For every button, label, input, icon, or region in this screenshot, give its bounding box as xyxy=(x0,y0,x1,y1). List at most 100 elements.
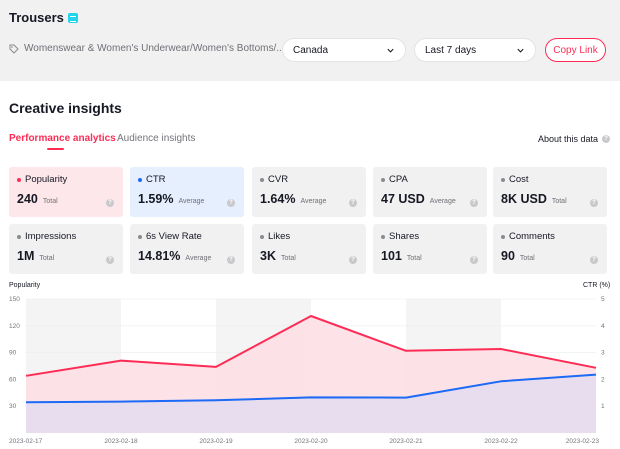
country-select-value: Canada xyxy=(293,44,329,56)
help-icon[interactable]: ? xyxy=(106,256,114,264)
chevron-down-icon xyxy=(387,48,394,53)
metric-label-text: Impressions xyxy=(25,231,77,242)
metric-label: Comments xyxy=(501,231,555,242)
x-tick-label: 2023-02-21 xyxy=(389,438,423,445)
metric-value: 3K Total xyxy=(260,249,296,263)
metric-card-cost[interactable]: Cost 8K USD Total? xyxy=(493,167,607,217)
metric-sub-label: Total xyxy=(42,198,58,205)
help-icon[interactable]: ? xyxy=(349,199,357,207)
series-dot-icon xyxy=(17,177,21,182)
metric-sub-label: Average xyxy=(185,255,212,262)
x-tick-label: 2023-02-23 xyxy=(566,438,600,445)
series-dot-icon xyxy=(17,234,21,239)
metric-label: Cost xyxy=(501,174,529,185)
metric-sub-label: Average xyxy=(178,198,205,205)
country-select[interactable]: Canada xyxy=(282,38,406,62)
help-icon[interactable]: ? xyxy=(227,199,235,207)
about-this-data-text: About this data xyxy=(538,134,599,144)
series-dot-icon xyxy=(138,177,142,182)
metric-value-text: 14.81% xyxy=(138,249,181,263)
tab-performance-analytics[interactable]: Performance analytics xyxy=(9,133,116,144)
x-tick-label: 2023-02-19 xyxy=(199,438,233,445)
x-tick-label: 2023-02-17 xyxy=(9,438,43,445)
metric-label: CPA xyxy=(381,174,408,185)
metric-label-text: Shares xyxy=(389,231,420,242)
metric-label: Likes xyxy=(260,231,290,242)
metric-value-text: 8K USD xyxy=(501,192,547,206)
trend-chart[interactable]: 150 120 90 60 30 5 4 3 2 1 2023-02-17 2023-02-18 202… xyxy=(0,290,620,449)
metric-label-text: CVR xyxy=(268,174,289,185)
series-dot-icon xyxy=(381,177,385,182)
series-dot-icon xyxy=(138,234,142,239)
metric-value-text: 240 xyxy=(17,192,38,206)
metric-sub-label: Average xyxy=(300,198,327,205)
series-dot-icon xyxy=(501,177,505,182)
left-axis-label: Popularity xyxy=(9,282,41,289)
metric-label-text: CTR xyxy=(146,174,166,185)
metric-label: 6s View Rate xyxy=(138,231,202,242)
x-tick-label: 2023-02-22 xyxy=(484,438,518,445)
metric-value-text: 1.64% xyxy=(260,192,296,206)
metric-value: 47 USD Average xyxy=(381,192,456,206)
help-icon[interactable]: ? xyxy=(227,256,235,264)
about-this-data-link[interactable]: About this data ? xyxy=(538,134,611,144)
metric-value-text: 101 xyxy=(381,249,402,263)
date-range-select[interactable]: Last 7 days xyxy=(414,38,536,62)
metric-value: 14.81% Average xyxy=(138,249,211,263)
breadcrumb-text: Womenswear & Women's Underwear/Women's B… xyxy=(24,43,285,54)
metric-sub-label: Average xyxy=(429,198,456,205)
header-bar: Trousers Womenswear & Women's Underwear/… xyxy=(0,0,620,81)
metric-label: Impressions xyxy=(17,231,76,242)
help-icon: ? xyxy=(602,135,611,143)
metric-card-ctr[interactable]: CTR 1.59% Average? xyxy=(130,167,244,217)
metric-card-impressions[interactable]: Impressions 1M Total? xyxy=(9,224,123,274)
copy-link-button[interactable]: Copy Link xyxy=(545,38,606,62)
metric-sub-label: Total xyxy=(39,255,55,262)
metric-card-cpa[interactable]: CPA 47 USD Average? xyxy=(373,167,487,217)
metric-value: 90 Total xyxy=(501,249,535,263)
metric-value: 1M Total xyxy=(17,249,54,263)
metric-card-cvr[interactable]: CVR 1.64% Average? xyxy=(252,167,366,217)
metric-label: Shares xyxy=(381,231,419,242)
help-icon[interactable]: ? xyxy=(470,256,478,264)
metric-value: 8K USD Total xyxy=(501,192,567,206)
metric-label-text: 6s View Rate xyxy=(146,231,202,242)
tab-audience-insights[interactable]: Audience insights xyxy=(117,133,195,144)
metric-label: CTR xyxy=(138,174,166,185)
page-title: Trousers xyxy=(9,10,78,25)
metric-value: 1.64% Average xyxy=(260,192,326,206)
metric-card-6s-view-rate[interactable]: 6s View Rate 14.81% Average? xyxy=(130,224,244,274)
page-title-text: Trousers xyxy=(9,10,64,25)
help-icon[interactable]: ? xyxy=(470,199,478,207)
help-icon[interactable]: ? xyxy=(106,199,114,207)
date-range-value: Last 7 days xyxy=(425,44,477,56)
series-dot-icon xyxy=(381,234,385,239)
metric-card-comments[interactable]: Comments 90 Total? xyxy=(493,224,607,274)
metric-label-text: Likes xyxy=(268,231,291,242)
metric-label: Popularity xyxy=(17,174,67,185)
left-tick-label: 60 xyxy=(9,376,17,383)
x-tick-label: 2023-02-20 xyxy=(294,438,328,445)
help-icon[interactable]: ? xyxy=(349,256,357,264)
metric-label-text: Comments xyxy=(509,231,555,242)
x-tick-label: 2023-02-18 xyxy=(104,438,138,445)
right-tick-label: 2 xyxy=(601,376,605,383)
metric-value-text: 1M xyxy=(17,249,35,263)
right-tick-label: 3 xyxy=(601,350,605,357)
metric-value: 1.59% Average xyxy=(138,192,204,206)
metric-card-shares[interactable]: Shares 101 Total? xyxy=(373,224,487,274)
left-tick-label: 120 xyxy=(9,323,20,330)
category-badge-icon xyxy=(67,12,78,23)
metric-value: 240 Total xyxy=(17,192,58,206)
help-icon[interactable]: ? xyxy=(590,256,598,264)
metric-card-popularity[interactable]: Popularity 240 Total? xyxy=(9,167,123,217)
series-dot-icon xyxy=(260,177,264,182)
right-tick-label: 5 xyxy=(601,296,605,303)
metric-value-text: 90 xyxy=(501,249,515,263)
breadcrumb: Womenswear & Women's Underwear/Women's B… xyxy=(9,43,285,54)
metric-sub-label: Total xyxy=(519,255,535,262)
help-icon[interactable]: ? xyxy=(590,199,598,207)
left-tick-label: 150 xyxy=(9,296,20,303)
series-dot-icon xyxy=(260,234,264,239)
metric-card-likes[interactable]: Likes 3K Total? xyxy=(252,224,366,274)
